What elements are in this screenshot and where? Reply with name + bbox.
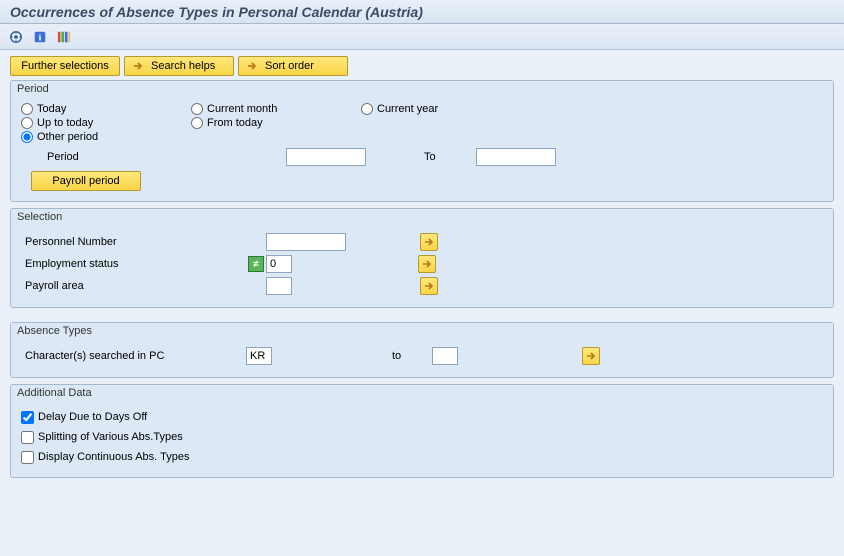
- payroll-period-button[interactable]: Payroll period: [31, 171, 141, 191]
- search-helps-label: Search helps: [151, 60, 215, 72]
- radio-up-to-today[interactable]: Up to today: [21, 117, 191, 129]
- execute-icon[interactable]: [8, 29, 24, 45]
- absence-to-label: to: [392, 350, 432, 362]
- checkbox-delay[interactable]: Delay Due to Days Off: [21, 407, 823, 427]
- radio-other-period-input[interactable]: [21, 131, 33, 143]
- radio-today-input[interactable]: [21, 103, 33, 115]
- checkbox-splitting-label: Splitting of Various Abs.Types: [38, 431, 183, 443]
- radio-current-year-input[interactable]: [361, 103, 373, 115]
- radio-from-today-label: From today: [207, 117, 263, 129]
- svg-text:i: i: [39, 32, 42, 43]
- absence-group-title: Absence Types: [11, 323, 833, 339]
- not-equal-icon[interactable]: ≠: [248, 256, 264, 272]
- empstat-label: Employment status: [21, 258, 206, 270]
- sort-order-label: Sort order: [265, 60, 314, 72]
- checkbox-splitting-input[interactable]: [21, 431, 34, 444]
- pernr-input[interactable]: [266, 233, 346, 251]
- selection-group-title: Selection: [11, 209, 833, 225]
- absence-multiple-button[interactable]: [582, 347, 600, 365]
- absence-group: Absence Types Character(s) searched in P…: [10, 322, 834, 378]
- radio-current-year-label: Current year: [377, 103, 438, 115]
- pernr-multiple-button[interactable]: [420, 233, 438, 251]
- empstat-input[interactable]: [266, 255, 292, 273]
- radio-other-period-label: Other period: [37, 131, 98, 143]
- payroll-period-label: Payroll period: [52, 175, 119, 187]
- further-selections-label: Further selections: [21, 60, 108, 72]
- absence-char-to-input[interactable]: [432, 347, 458, 365]
- checkbox-delay-label: Delay Due to Days Off: [38, 411, 147, 423]
- arrow-right-icon: [245, 59, 259, 73]
- checkbox-display-cont[interactable]: Display Continuous Abs. Types: [21, 447, 823, 467]
- checkbox-delay-input[interactable]: [21, 411, 34, 424]
- radio-today[interactable]: Today: [21, 103, 191, 115]
- action-row: Further selections Search helps Sort ord…: [10, 56, 834, 76]
- absence-char-label: Character(s) searched in PC: [21, 350, 246, 362]
- radio-from-today[interactable]: From today: [191, 117, 361, 129]
- header-bar: Occurrences of Absence Types in Personal…: [0, 0, 844, 24]
- checkbox-splitting[interactable]: Splitting of Various Abs.Types: [21, 427, 823, 447]
- info-icon[interactable]: i: [32, 29, 48, 45]
- period-to-input[interactable]: [476, 148, 556, 166]
- colors-icon[interactable]: [56, 29, 72, 45]
- radio-today-label: Today: [37, 103, 66, 115]
- sort-order-button[interactable]: Sort order: [238, 56, 348, 76]
- app-toolbar: i: [0, 24, 844, 50]
- payarea-label: Payroll area: [21, 280, 206, 292]
- radio-other-period[interactable]: Other period: [21, 131, 191, 143]
- content-area: Further selections Search helps Sort ord…: [0, 50, 844, 556]
- radio-current-year[interactable]: Current year: [361, 103, 531, 115]
- period-from-input[interactable]: [286, 148, 366, 166]
- radio-up-to-today-input[interactable]: [21, 117, 33, 129]
- period-group-title: Period: [11, 81, 833, 97]
- radio-from-today-input[interactable]: [191, 117, 203, 129]
- pernr-label: Personnel Number: [21, 236, 206, 248]
- payarea-input[interactable]: [266, 277, 292, 295]
- page-title: Occurrences of Absence Types in Personal…: [10, 4, 423, 20]
- period-to-label: To: [416, 151, 476, 163]
- payarea-multiple-button[interactable]: [420, 277, 438, 295]
- absence-char-from-input[interactable]: [246, 347, 272, 365]
- further-selections-button[interactable]: Further selections: [10, 56, 120, 76]
- radio-up-to-today-label: Up to today: [37, 117, 93, 129]
- radio-current-month-input[interactable]: [191, 103, 203, 115]
- period-from-label: Period: [21, 151, 196, 163]
- radio-current-month-label: Current month: [207, 103, 277, 115]
- checkbox-display-cont-label: Display Continuous Abs. Types: [38, 451, 189, 463]
- arrow-right-icon: [131, 59, 145, 73]
- search-helps-button[interactable]: Search helps: [124, 56, 234, 76]
- radio-current-month[interactable]: Current month: [191, 103, 361, 115]
- selection-group: Selection Personnel Number Employment st…: [10, 208, 834, 308]
- additional-group: Additional Data Delay Due to Days Off Sp…: [10, 384, 834, 478]
- empstat-multiple-button[interactable]: [418, 255, 436, 273]
- checkbox-display-cont-input[interactable]: [21, 451, 34, 464]
- additional-group-title: Additional Data: [11, 385, 833, 401]
- period-group: Period Today Current month Current year: [10, 80, 834, 202]
